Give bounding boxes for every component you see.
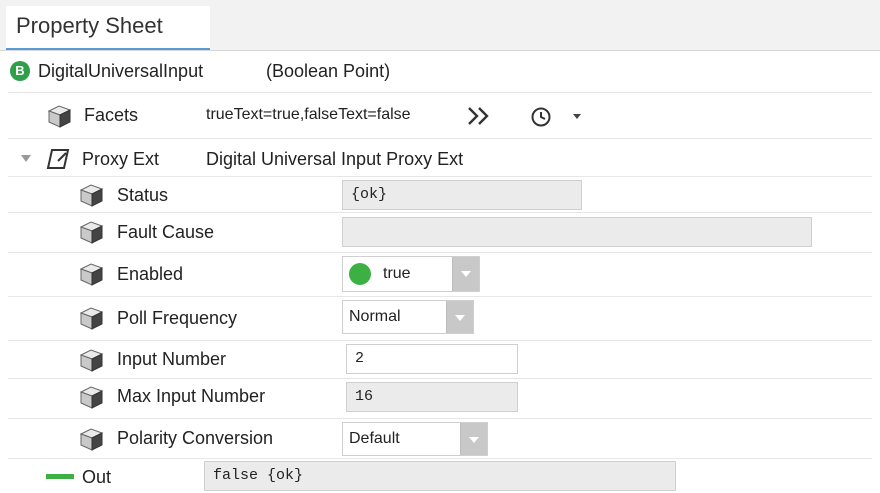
- property-row-input-number[interactable]: Input Number 2: [0, 342, 880, 378]
- dropdown-arrow-icon[interactable]: [572, 113, 582, 121]
- property-row-max-input-number[interactable]: Max Input Number 16: [0, 380, 880, 416]
- out-label: Out: [82, 467, 112, 487]
- cube-icon: [79, 428, 104, 451]
- max-input-number-field: 16: [346, 382, 518, 412]
- property-row-enabled[interactable]: Enabled true: [0, 254, 880, 294]
- status-label: Status: [117, 185, 169, 205]
- facets-label: Facets: [84, 105, 139, 125]
- out-field: false {ok}: [204, 461, 676, 491]
- out-row[interactable]: Out false {ok}: [0, 460, 880, 492]
- facets-row[interactable]: Facets trueText=true,falseText=false: [0, 96, 880, 136]
- proxy-ext-icon: [46, 149, 70, 169]
- chevron-down-icon[interactable]: [446, 301, 473, 333]
- root-row[interactable]: B DigitalUniversalInput (Boolean Point): [0, 58, 880, 88]
- separator: [8, 458, 872, 459]
- root-name: DigitalUniversalInput: [38, 61, 204, 81]
- cube-icon: [79, 263, 104, 286]
- polarity-conversion-select[interactable]: Default: [342, 422, 488, 456]
- tab-property-sheet[interactable]: Property Sheet: [6, 6, 210, 50]
- input-number-label: Input Number: [117, 349, 227, 369]
- property-row-status[interactable]: Status {ok}: [0, 178, 880, 212]
- poll-frequency-label: Poll Frequency: [117, 308, 238, 328]
- fault-cause-label: Fault Cause: [117, 222, 215, 242]
- separator: [8, 176, 872, 177]
- property-row-fault-cause[interactable]: Fault Cause: [0, 214, 880, 250]
- enabled-select[interactable]: true: [342, 256, 480, 292]
- polarity-conversion-value: Default: [349, 430, 400, 447]
- poll-frequency-value: Normal: [349, 308, 401, 325]
- polarity-conversion-label: Polarity Conversion: [117, 428, 274, 448]
- proxy-ext-value: Digital Universal Input Proxy Ext: [206, 149, 464, 169]
- clock-icon[interactable]: [530, 106, 552, 128]
- enabled-value: true: [383, 265, 411, 282]
- chevron-down-icon[interactable]: [460, 423, 487, 455]
- property-row-polarity-conversion[interactable]: Polarity Conversion Default: [0, 420, 880, 458]
- poll-frequency-select[interactable]: Normal: [342, 300, 474, 334]
- separator: [8, 92, 872, 93]
- status-dot-icon: [349, 263, 371, 285]
- fault-cause-field: [342, 217, 812, 247]
- cube-icon: [79, 221, 104, 244]
- separator: [8, 378, 872, 379]
- cube-icon: [79, 184, 104, 207]
- green-bar-icon: [46, 474, 74, 479]
- double-chevron-right-icon[interactable]: [466, 106, 492, 126]
- proxy-ext-row[interactable]: Proxy Ext Digital Universal Input Proxy …: [0, 142, 880, 176]
- proxy-ext-label: Proxy Ext: [82, 149, 160, 169]
- facets-value: trueText=true,falseText=false: [206, 106, 411, 123]
- chevron-down-icon[interactable]: [452, 257, 479, 291]
- root-type: (Boolean Point): [266, 61, 391, 81]
- separator: [8, 212, 872, 213]
- input-number-field[interactable]: 2: [346, 344, 518, 374]
- separator: [8, 296, 872, 297]
- boolean-point-icon: B: [10, 61, 30, 81]
- status-field: {ok}: [342, 180, 582, 210]
- triangle-down-icon[interactable]: [20, 154, 32, 164]
- separator: [8, 252, 872, 253]
- max-input-number-label: Max Input Number: [117, 386, 266, 406]
- tab-label: Property Sheet: [16, 13, 163, 38]
- separator: [8, 138, 872, 139]
- cube-icon: [79, 386, 104, 409]
- cube-icon: [79, 307, 104, 330]
- cube-icon: [79, 349, 104, 372]
- enabled-label: Enabled: [117, 264, 184, 284]
- cube-icon: [47, 105, 72, 128]
- property-row-poll-frequency[interactable]: Poll Frequency Normal: [0, 298, 880, 338]
- separator: [8, 340, 872, 341]
- separator: [8, 418, 872, 419]
- tab-bar: Property Sheet: [0, 0, 880, 51]
